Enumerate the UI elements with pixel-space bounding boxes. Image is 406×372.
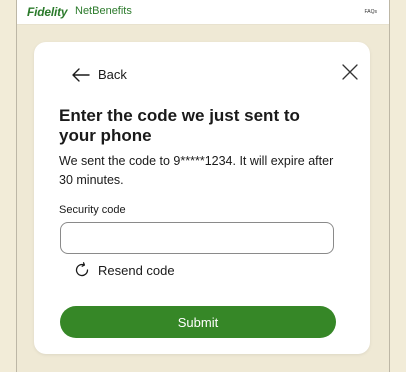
- dialog-title: Enter the code we just sent to your phon…: [59, 106, 300, 145]
- close-icon[interactable]: [340, 62, 360, 82]
- arrow-left-icon: [72, 67, 90, 82]
- resend-label: Resend code: [98, 262, 175, 278]
- security-code-input[interactable]: [60, 222, 334, 254]
- back-label: Back: [98, 67, 127, 82]
- faqs-link[interactable]: FAQs: [364, 9, 377, 15]
- netbenefits-logo[interactable]: NetBenefits: [75, 5, 132, 17]
- resend-code-button[interactable]: Resend code: [74, 262, 175, 278]
- refresh-icon: [75, 262, 89, 277]
- dialog-description: We sent the code to 9*****1234. It will …: [59, 154, 334, 187]
- submit-button[interactable]: Submit: [60, 306, 336, 338]
- security-code-label: Security code: [59, 204, 126, 216]
- back-button[interactable]: Back: [72, 67, 127, 82]
- fidelity-logo[interactable]: Fidelity: [27, 5, 68, 19]
- verification-dialog: Back Enter the code we just sent to your…: [34, 42, 370, 354]
- top-bar: Fidelity NetBenefits FAQs: [17, 0, 389, 25]
